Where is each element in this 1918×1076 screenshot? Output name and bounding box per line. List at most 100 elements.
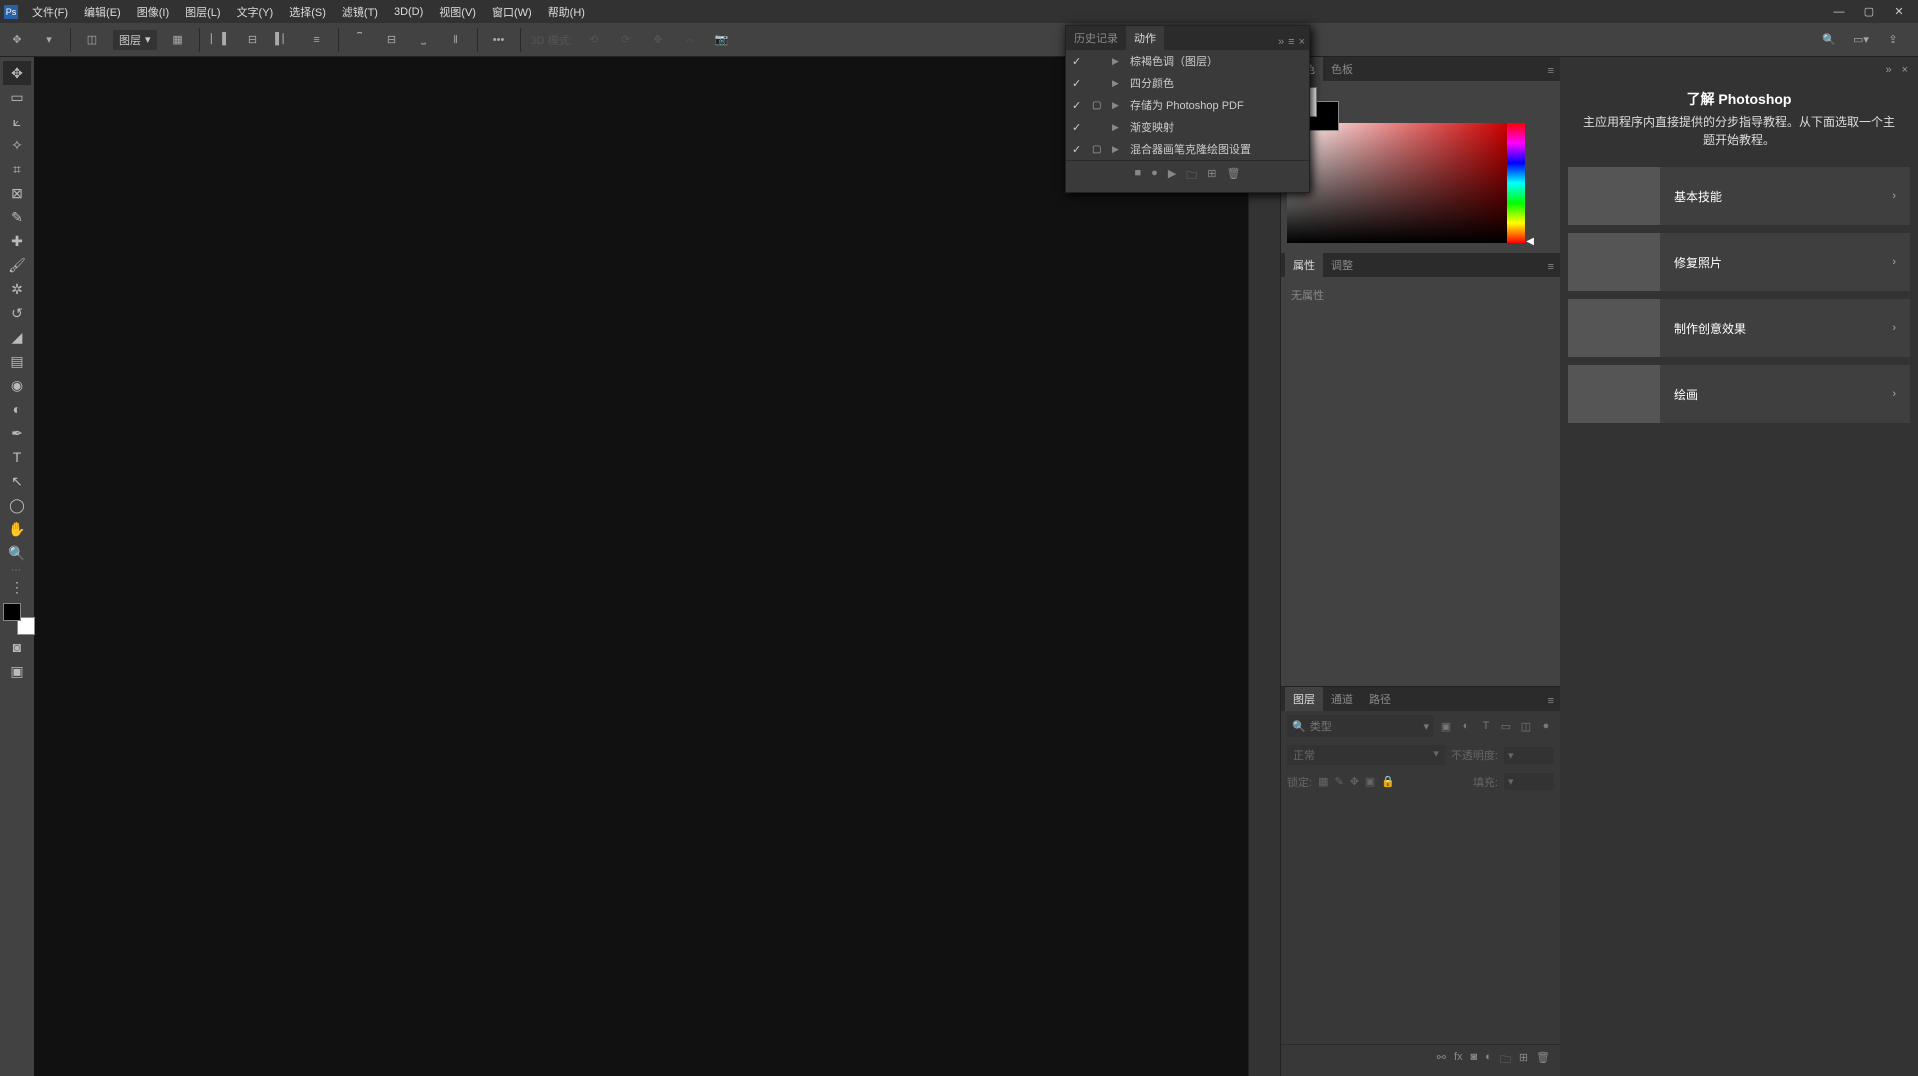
fill-input[interactable]: ▾ [1504, 773, 1554, 790]
expand-icon[interactable]: ▶ [1112, 100, 1122, 111]
align-center-h-icon[interactable]: ⊟ [242, 29, 264, 51]
zoom-tool[interactable]: 🔍 [3, 541, 31, 565]
marquee-tool[interactable]: ▭ [3, 85, 31, 109]
frame-tool[interactable]: ⊠ [3, 181, 31, 205]
menu-3d[interactable]: 3D(D) [386, 2, 431, 22]
history-brush-tool[interactable]: ↺ [3, 301, 31, 325]
window-minimize[interactable]: — [1824, 2, 1854, 22]
new-set-icon[interactable]: 🗀 [1186, 167, 1197, 186]
shape-tool[interactable]: ◯ [3, 493, 31, 517]
filter-image-icon[interactable]: ▣ [1438, 718, 1454, 734]
type-tool[interactable]: T [3, 445, 31, 469]
align-center-v-icon[interactable]: ⊟ [381, 29, 403, 51]
window-close[interactable]: ✕ [1884, 2, 1914, 22]
lock-pixels-icon[interactable]: ▦ [1318, 775, 1328, 788]
align-right-icon[interactable]: ▌⎸ [274, 29, 296, 51]
lock-position-icon[interactable]: ✎ [1334, 775, 1343, 788]
link-layers-icon[interactable]: ⚯ [1437, 1051, 1446, 1070]
learn-close-icon[interactable]: × [1902, 64, 1908, 76]
check-icon[interactable]: ✓ [1072, 55, 1084, 68]
window-maximize[interactable]: ▢ [1854, 2, 1884, 22]
filter-type-icon[interactable]: T [1478, 718, 1494, 734]
brush-tool[interactable]: 🖌 [3, 253, 31, 277]
check-icon[interactable]: ✓ [1072, 143, 1084, 156]
group-icon[interactable]: 🗀 [1500, 1051, 1511, 1070]
filter-adjust-icon[interactable]: ◐ [1458, 718, 1474, 734]
lock-artboard-icon[interactable]: ▣ [1365, 775, 1375, 788]
learn-collapse-icon[interactable]: » [1885, 64, 1891, 76]
check-icon[interactable]: ✓ [1072, 121, 1084, 134]
share-icon[interactable]: ⇪ [1882, 29, 1904, 51]
eyedropper-tool[interactable]: ✎ [3, 205, 31, 229]
hand-tool[interactable]: ✋ [3, 517, 31, 541]
lock-all-icon[interactable]: 🔒 [1381, 775, 1395, 788]
expand-icon[interactable]: ▶ [1112, 144, 1122, 155]
tool-dropdown-icon[interactable]: ▾ [38, 29, 60, 51]
layer-filter-select[interactable]: 🔍类型▾ [1287, 715, 1434, 737]
play-icon[interactable]: ▶ [1168, 167, 1176, 186]
menu-filter[interactable]: 滤镜(T) [334, 0, 386, 24]
menu-select[interactable]: 选择(S) [281, 0, 334, 24]
lock-move-icon[interactable]: ✥ [1350, 775, 1359, 788]
action-row[interactable]: ✓▶棕褐色调（图层） [1066, 50, 1309, 72]
search-icon[interactable]: 🔍 [1818, 29, 1840, 51]
actions-collapse-icon[interactable]: » [1278, 36, 1284, 48]
tab-layers[interactable]: 图层 [1285, 687, 1323, 711]
filter-toggle-icon[interactable]: ● [1538, 718, 1554, 734]
dialog-icon[interactable]: ▢ [1092, 100, 1104, 111]
blend-mode-select[interactable]: 正常 ▾ [1287, 745, 1445, 765]
align-top-icon[interactable]: ⎴ [349, 29, 371, 51]
filter-smart-icon[interactable]: ◫ [1518, 718, 1534, 734]
delete-action-icon[interactable]: 🗑 [1227, 167, 1241, 186]
move-tool[interactable]: ✥ [3, 61, 31, 85]
lasso-tool[interactable]: ⟀ [3, 109, 31, 133]
stop-icon[interactable]: ■ [1135, 167, 1142, 186]
pen-tool[interactable]: ✒ [3, 421, 31, 445]
align-bottom-icon[interactable]: ⎵ [413, 29, 435, 51]
learn-card-retouch[interactable]: 修复照片 › [1568, 233, 1910, 291]
path-select-tool[interactable]: ↖ [3, 469, 31, 493]
menu-layer[interactable]: 图层(L) [177, 0, 228, 24]
canvas[interactable] [34, 57, 1248, 1076]
check-icon[interactable]: ✓ [1072, 77, 1084, 90]
tab-paths[interactable]: 路径 [1361, 687, 1399, 711]
healing-brush-tool[interactable]: ✚ [3, 229, 31, 253]
menu-edit[interactable]: 编辑(E) [76, 0, 129, 24]
learn-card-creative[interactable]: 制作创意效果 › [1568, 299, 1910, 357]
eraser-tool[interactable]: ◢ [3, 325, 31, 349]
properties-panel-menu-icon[interactable]: ≡ [1542, 257, 1560, 277]
menu-view[interactable]: 视图(V) [431, 0, 484, 24]
autoselect-mode[interactable]: 图层 ▾ [113, 30, 157, 50]
menu-type[interactable]: 文字(Y) [229, 0, 282, 24]
actions-panel[interactable]: 历史记录 动作 »≡× ✓▶棕褐色调（图层） ✓▶四分颜色 ✓▢▶存储为 Pho… [1065, 25, 1310, 193]
action-row[interactable]: ✓▶四分颜色 [1066, 72, 1309, 94]
expand-icon[interactable]: ▶ [1112, 56, 1122, 67]
delete-layer-icon[interactable]: 🗑 [1536, 1051, 1550, 1070]
tab-swatches[interactable]: 色板 [1323, 57, 1361, 81]
menu-window[interactable]: 窗口(W) [484, 0, 540, 24]
edit-toolbar[interactable]: ⋮ [3, 575, 31, 599]
distribute-icon[interactable]: ‖ [445, 29, 467, 51]
opacity-input[interactable]: ▾ [1504, 747, 1554, 764]
hue-slider[interactable] [1507, 123, 1525, 243]
learn-card-paint[interactable]: 绘画 › [1568, 365, 1910, 423]
blur-tool[interactable]: ◉ [3, 373, 31, 397]
filter-shape-icon[interactable]: ▭ [1498, 718, 1514, 734]
align-segment-icon[interactable]: ≡ [306, 29, 328, 51]
transform-controls-icon[interactable]: ▦ [167, 29, 189, 51]
dialog-icon[interactable]: ▢ [1092, 144, 1104, 155]
layer-fx-icon[interactable]: fx [1454, 1051, 1463, 1070]
layer-mask-icon[interactable]: ◙ [1471, 1051, 1478, 1070]
dodge-tool[interactable]: ◐ [3, 397, 31, 421]
adjustment-layer-icon[interactable]: ◐ [1485, 1051, 1492, 1070]
tab-actions[interactable]: 动作 [1126, 26, 1164, 50]
new-layer-icon[interactable]: ⊞ [1519, 1051, 1528, 1070]
menu-help[interactable]: 帮助(H) [540, 0, 593, 24]
new-action-icon[interactable]: ⊞ [1207, 167, 1216, 186]
screen-mode-tool[interactable]: ▣ [3, 659, 31, 683]
quick-mask-tool[interactable]: ◙ [3, 635, 31, 659]
layers-panel-menu-icon[interactable]: ≡ [1542, 691, 1560, 711]
action-row[interactable]: ✓▢▶混合器画笔克隆绘图设置 [1066, 138, 1309, 160]
workspace-icon[interactable]: ▭▾ [1850, 29, 1872, 51]
tab-properties[interactable]: 属性 [1285, 253, 1323, 277]
